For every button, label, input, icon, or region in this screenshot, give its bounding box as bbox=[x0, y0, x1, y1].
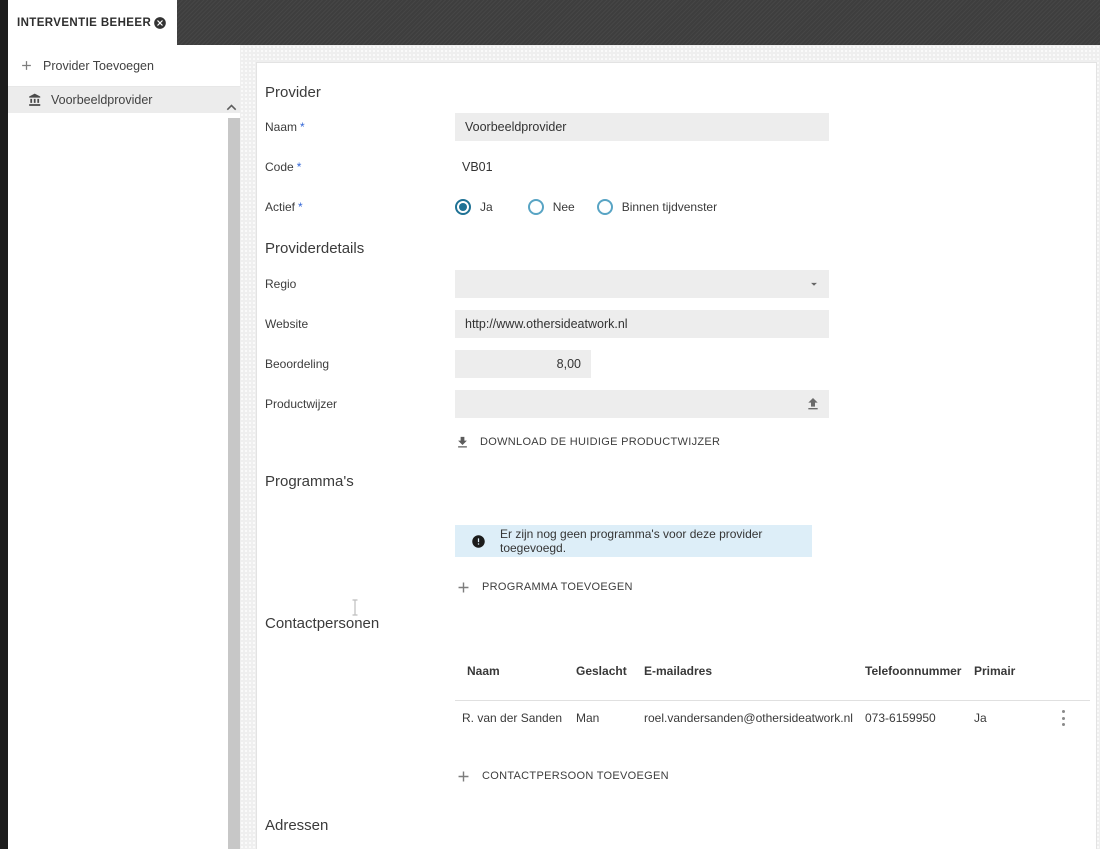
regio-select[interactable] bbox=[455, 270, 829, 298]
naam-label: Naam * bbox=[265, 120, 305, 134]
form-row-actief: Actief * Ja Nee Binnen tijdvenster bbox=[265, 187, 1096, 227]
column-header-emailadres: E-mailadres bbox=[644, 664, 713, 678]
text-cursor-pointer bbox=[351, 599, 359, 616]
bank-icon bbox=[28, 93, 42, 107]
required-asterisk: * bbox=[298, 200, 303, 214]
tab-interventie-beheer[interactable]: INTERVENTIE BEHEER bbox=[8, 0, 177, 45]
form-row-regio: Regio bbox=[265, 264, 1096, 304]
section-title-adressen: Adressen bbox=[265, 817, 329, 834]
column-header-primair: Primair bbox=[974, 664, 1016, 678]
sidebar: Provider Toevoegen Voorbeeldprovider bbox=[8, 45, 240, 849]
cell-naam: R. van der Sanden bbox=[462, 711, 563, 725]
radio-button-checked[interactable] bbox=[455, 199, 471, 215]
provider-form-card: Provider Naam* Code* VB01 Actief* Ja Nee… bbox=[256, 62, 1097, 849]
beoordeling-input[interactable] bbox=[455, 350, 591, 378]
column-header-geslacht: Geslacht bbox=[576, 664, 627, 678]
form-row-beoordeling: Beoordeling bbox=[265, 344, 1096, 384]
cell-emailadres: roel.vandersanden@othersideatwork.nl bbox=[644, 711, 853, 725]
form-row-code: Code * VB01 bbox=[265, 147, 1096, 187]
radio-label: Ja bbox=[480, 200, 493, 214]
actief-label: Actief * bbox=[265, 200, 303, 214]
plus-icon bbox=[19, 58, 34, 73]
plus-icon bbox=[455, 579, 472, 596]
plus-icon bbox=[455, 768, 472, 785]
sidebar-item-provider-toevoegen[interactable]: Provider Toevoegen bbox=[8, 45, 240, 87]
contacts-table: Naam Geslacht E-mailadres Telefoonnummer… bbox=[455, 652, 1090, 735]
productwijzer-file-field[interactable] bbox=[455, 390, 829, 418]
required-asterisk: * bbox=[296, 160, 302, 174]
window-left-edge bbox=[0, 0, 8, 849]
actief-radio-group: Ja Nee Binnen tijdvenster bbox=[455, 199, 717, 215]
contact-add-row: CONTACTPERSOON TOEVOEGEN bbox=[455, 762, 1096, 790]
sidebar-item-label: Voorbeeldprovider bbox=[51, 93, 153, 107]
row-actions bbox=[1048, 710, 1078, 726]
naam-input[interactable] bbox=[455, 113, 829, 141]
contacts-table-header: Naam Geslacht E-mailadres Telefoonnummer… bbox=[455, 652, 1090, 690]
table-row: R. van der Sanden Man roel.vandersanden@… bbox=[455, 701, 1090, 735]
section-title-contactpersonen: Contactpersonen bbox=[265, 615, 380, 632]
form-row-website: Website bbox=[265, 304, 1096, 344]
infobox-message: Er zijn nog geen programma's voor deze p… bbox=[500, 527, 763, 555]
radio-option-ja[interactable]: Ja bbox=[455, 199, 493, 215]
programma-add-row: PROGRAMMA TOEVOEGEN bbox=[455, 573, 1096, 601]
code-label: Code * bbox=[265, 160, 302, 174]
website-input[interactable] bbox=[455, 310, 829, 338]
sidebar-item-voorbeeldprovider[interactable]: Voorbeeldprovider bbox=[8, 87, 240, 113]
download-row: DOWNLOAD DE HUIDIGE PRODUCTWIJZER bbox=[455, 424, 1096, 460]
cell-telefoonnummer: 073-6159950 bbox=[865, 711, 936, 725]
contactpersoon-toevoegen-button[interactable]: CONTACTPERSOON TOEVOEGEN bbox=[455, 768, 669, 785]
cell-geslacht: Man bbox=[576, 711, 600, 725]
productwijzer-label: Productwijzer bbox=[265, 397, 338, 411]
regio-label: Regio bbox=[265, 277, 297, 291]
upload-icon[interactable] bbox=[805, 396, 821, 412]
programma-toevoegen-button[interactable]: PROGRAMMA TOEVOEGEN bbox=[455, 579, 633, 596]
required-asterisk: * bbox=[300, 120, 305, 134]
sidebar-item-label: Provider Toevoegen bbox=[43, 58, 154, 73]
chevron-down-icon bbox=[807, 277, 821, 291]
code-value: VB01 bbox=[462, 160, 493, 174]
radio-button[interactable] bbox=[596, 199, 613, 215]
beoordeling-label: Beoordeling bbox=[265, 357, 330, 371]
download-icon bbox=[455, 435, 470, 450]
form-row-naam: Naam * bbox=[265, 107, 1096, 147]
column-header-naam: Naam bbox=[467, 664, 500, 678]
website-label: Website bbox=[265, 317, 309, 331]
download-productwijzer-button[interactable]: DOWNLOAD DE HUIDIGE PRODUCTWIJZER bbox=[455, 435, 720, 450]
section-title-providerdetails: Providerdetails bbox=[265, 240, 365, 257]
kebab-menu-icon[interactable] bbox=[1061, 710, 1065, 726]
form-row-productwijzer: Productwijzer bbox=[265, 384, 1096, 424]
radio-option-binnen-tijdvenster[interactable]: Binnen tijdvenster bbox=[596, 199, 718, 215]
radio-option-nee[interactable]: Nee bbox=[527, 199, 575, 215]
info-icon bbox=[471, 534, 486, 549]
contactpersoon-toevoegen-label: CONTACTPERSOON TOEVOEGEN bbox=[482, 770, 669, 782]
programma-toevoegen-label: PROGRAMMA TOEVOEGEN bbox=[482, 581, 633, 593]
radio-label: Nee bbox=[552, 200, 575, 214]
tab-title: INTERVENTIE BEHEER bbox=[17, 16, 152, 29]
radio-button[interactable] bbox=[527, 199, 544, 215]
cell-primair: Ja bbox=[974, 711, 987, 725]
download-label: DOWNLOAD DE HUIDIGE PRODUCTWIJZER bbox=[480, 436, 721, 448]
column-header-telefoonnummer: Telefoonnummer bbox=[865, 664, 962, 678]
tab-close-icon[interactable] bbox=[153, 16, 167, 30]
sidebar-scrollbar[interactable] bbox=[228, 118, 240, 849]
section-title-provider: Provider bbox=[265, 84, 321, 101]
section-title-programmas: Programma's bbox=[265, 473, 354, 490]
programmas-empty-infobox: Er zijn nog geen programma's voor deze p… bbox=[455, 525, 812, 557]
chevron-up-icon[interactable] bbox=[222, 98, 241, 117]
radio-label: Binnen tijdvenster bbox=[621, 200, 718, 214]
